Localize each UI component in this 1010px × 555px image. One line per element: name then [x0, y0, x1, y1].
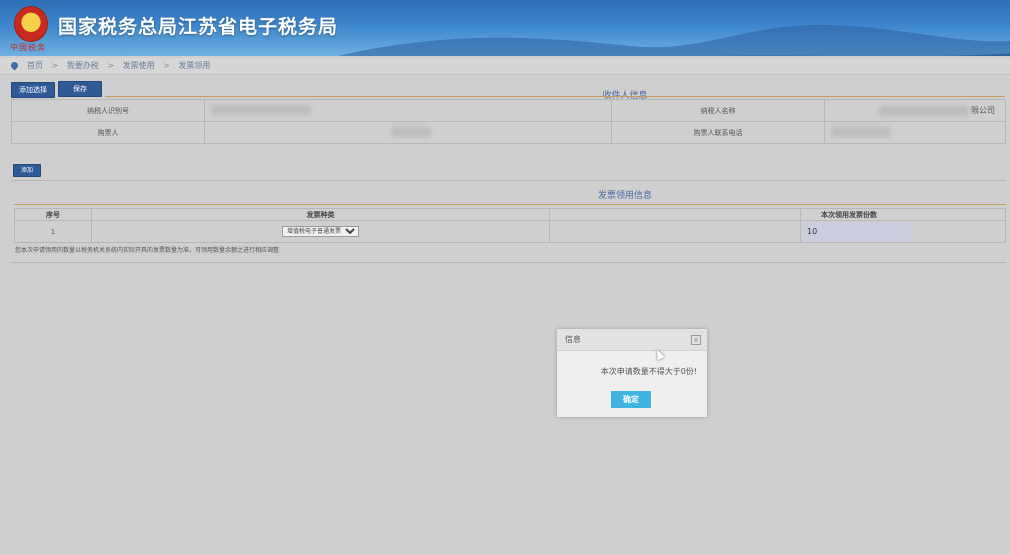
- section-divider: [11, 262, 1006, 263]
- breadcrumb-separator: >: [163, 61, 170, 70]
- tax-emblem-icon: [14, 6, 48, 42]
- purchaser-value: [204, 121, 612, 144]
- dialog-title: 信息: [565, 335, 581, 344]
- taxpayer-id-label: 纳税人识别号: [11, 99, 205, 122]
- section-divider: [105, 96, 1005, 97]
- purchaser-phone-value: [824, 121, 1006, 144]
- taxpayer-name-label: 纳税人名称: [611, 99, 825, 122]
- breadcrumb-separator: >: [107, 61, 115, 70]
- invoice-count-input[interactable]: 10: [803, 221, 913, 242]
- confirm-button[interactable]: 确定: [611, 391, 651, 408]
- recipient-table: 纳税人识别号 纳税人名称 限公司 购票人 购票人联系电话: [11, 99, 1006, 144]
- add-button[interactable]: 添加: [13, 164, 41, 177]
- column-header-kind: 发票种类: [91, 208, 550, 221]
- taxpayer-name-value: 限公司: [824, 99, 1006, 122]
- dialog-header: 信息 ×: [557, 329, 707, 351]
- section-divider: [14, 204, 1006, 205]
- invoice-section-title: 发票领用信息: [597, 191, 652, 201]
- header-banner: 中国税务 国家税务总局江苏省电子税务局: [0, 0, 1010, 56]
- invoice-table: 序号 发票种类 本次领用发票份数 1 增值税电子普通发票 10: [14, 208, 1006, 243]
- location-pin-icon: [9, 60, 20, 71]
- breadcrumb-home[interactable]: 首页: [27, 61, 43, 70]
- taxpayer-id-value: [204, 99, 612, 122]
- column-header-count: 本次领用发票份数: [800, 208, 1006, 221]
- invoice-kind-select[interactable]: 增值税电子普通发票: [282, 226, 359, 237]
- column-header-index: 序号: [14, 208, 92, 221]
- breadcrumb-separator: >: [51, 61, 59, 70]
- purchaser-phone-label: 购票人联系电话: [611, 121, 825, 144]
- breadcrumb-tax-handling[interactable]: 我要办税: [67, 61, 99, 70]
- site-title: 国家税务总局江苏省电子税务局: [58, 16, 339, 38]
- breadcrumb: 首页 > 我要办税 > 发票使用 > 发票领用: [0, 58, 1010, 75]
- mountain-decoration: [338, 24, 1010, 56]
- row-index: 1: [14, 220, 92, 243]
- dialog-message: 本次申请数量不得大于0份!: [600, 367, 697, 376]
- save-button[interactable]: 保存: [58, 81, 102, 97]
- info-dialog: 信息 × 本次申请数量不得大于0份! 确定: [557, 329, 707, 417]
- section-divider: [11, 180, 1006, 181]
- claim-note: 您本次申请领用的数量以税务机关系统内实际开具的发票数量为准，可领用数量余额之进行…: [15, 247, 280, 254]
- breadcrumb-invoice-use[interactable]: 发票使用: [123, 61, 155, 70]
- purchaser-label: 购票人: [11, 121, 205, 144]
- close-icon[interactable]: ×: [691, 335, 701, 345]
- breadcrumb-invoice-claim: 发票领用: [178, 61, 211, 70]
- row-count-cell: 10: [800, 220, 1006, 243]
- table-row: 1 增值税电子普通发票 10: [14, 220, 1006, 243]
- emblem-label: 中国税务: [10, 43, 46, 52]
- add-select-button[interactable]: 添加选择: [11, 82, 55, 98]
- row-kind-cell: 增值税电子普通发票: [91, 220, 550, 243]
